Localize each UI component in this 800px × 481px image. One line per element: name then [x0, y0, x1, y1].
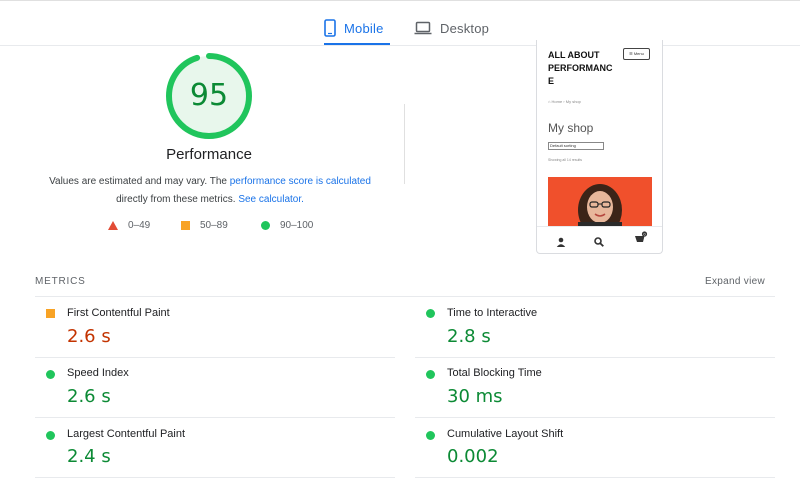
top-border [0, 0, 800, 1]
metric-tbt-value: 30 ms [447, 386, 503, 407]
square-icon [46, 309, 55, 318]
tab-mobile-label: Mobile [344, 20, 384, 36]
user-icon [556, 234, 566, 252]
metric-si-value: 2.6 s [67, 386, 111, 407]
performance-score-link[interactable]: performance score is calculated [230, 176, 371, 187]
cart-icon: 0 [634, 231, 648, 249]
preview-menu-button: ☰ Menu [623, 48, 650, 60]
score-desc-text-2: directly from these metrics. [116, 194, 239, 205]
circle-icon [46, 370, 55, 379]
metrics-heading: METRICS [35, 276, 86, 287]
score-value: 95 [189, 78, 229, 113]
see-calculator-link[interactable]: See calculator. [238, 194, 304, 205]
metrics-divider [35, 296, 775, 297]
circle-icon [426, 309, 435, 318]
legend-pass-label: 90–100 [280, 220, 314, 231]
tab-desktop-label: Desktop [440, 20, 490, 36]
metric-tti-value: 2.8 s [447, 326, 491, 347]
legend-fail: 0–49 [108, 220, 150, 231]
legend-average-label: 50–89 [200, 220, 228, 231]
legend-average: 50–89 [181, 220, 228, 231]
smartphone-icon [324, 19, 336, 37]
circle-icon [426, 370, 435, 379]
metric-tbt-name: Total Blocking Time [447, 367, 542, 379]
row-divider [35, 357, 395, 358]
score-desc-text: Values are estimated and may vary. The [49, 176, 230, 187]
metric-fcp-value: 2.6 s [67, 326, 111, 347]
legend-fail-label: 0–49 [128, 220, 151, 231]
metric-si-name: Speed Index [67, 367, 129, 379]
tab-desktop[interactable]: Desktop [414, 11, 489, 45]
legend-pass: 90–100 [261, 220, 313, 231]
square-icon [181, 221, 190, 230]
preview-breadcrumb: ⌂ Home › My shop [548, 99, 581, 104]
preview-bottom-nav: 0 [537, 226, 662, 253]
row-divider [35, 417, 395, 418]
preview-result-count: Showing all 14 results [548, 158, 583, 162]
metric-tti-name: Time to Interactive [447, 307, 538, 319]
circle-icon [46, 431, 55, 440]
score-description: Values are estimated and may vary. The p… [38, 173, 382, 209]
search-icon [594, 234, 604, 252]
expand-view-button[interactable]: Expand view [705, 276, 765, 287]
circle-icon [426, 431, 435, 440]
metric-lcp-name: Largest Contentful Paint [67, 428, 186, 440]
preview-heading: My shop [548, 121, 594, 135]
row-divider [35, 477, 395, 478]
preview-site-title: ALL ABOUT PERFORMANC E [548, 50, 613, 86]
metric-fcp-name: First Contentful Paint [67, 307, 170, 319]
row-divider [415, 357, 775, 358]
vertical-divider [404, 104, 405, 184]
metric-cls-value: 0.002 [447, 446, 499, 467]
laptop-icon [414, 21, 432, 35]
metric-lcp-value: 2.4 s [67, 446, 111, 467]
row-divider [415, 477, 775, 478]
preview-product-photo [548, 177, 652, 226]
preview-sort-select: Default sorting [548, 142, 604, 150]
row-divider [415, 417, 775, 418]
circle-icon [261, 221, 270, 230]
tabs-divider [0, 45, 800, 46]
metric-cls-name: Cumulative Layout Shift [447, 428, 564, 440]
triangle-icon [108, 221, 118, 230]
page-screenshot-preview[interactable]: ALL ABOUT PERFORMANC E ☰ Menu ⌂ Home › M… [536, 40, 663, 254]
score-title: Performance [166, 146, 252, 163]
tab-mobile[interactable]: Mobile [324, 11, 384, 45]
